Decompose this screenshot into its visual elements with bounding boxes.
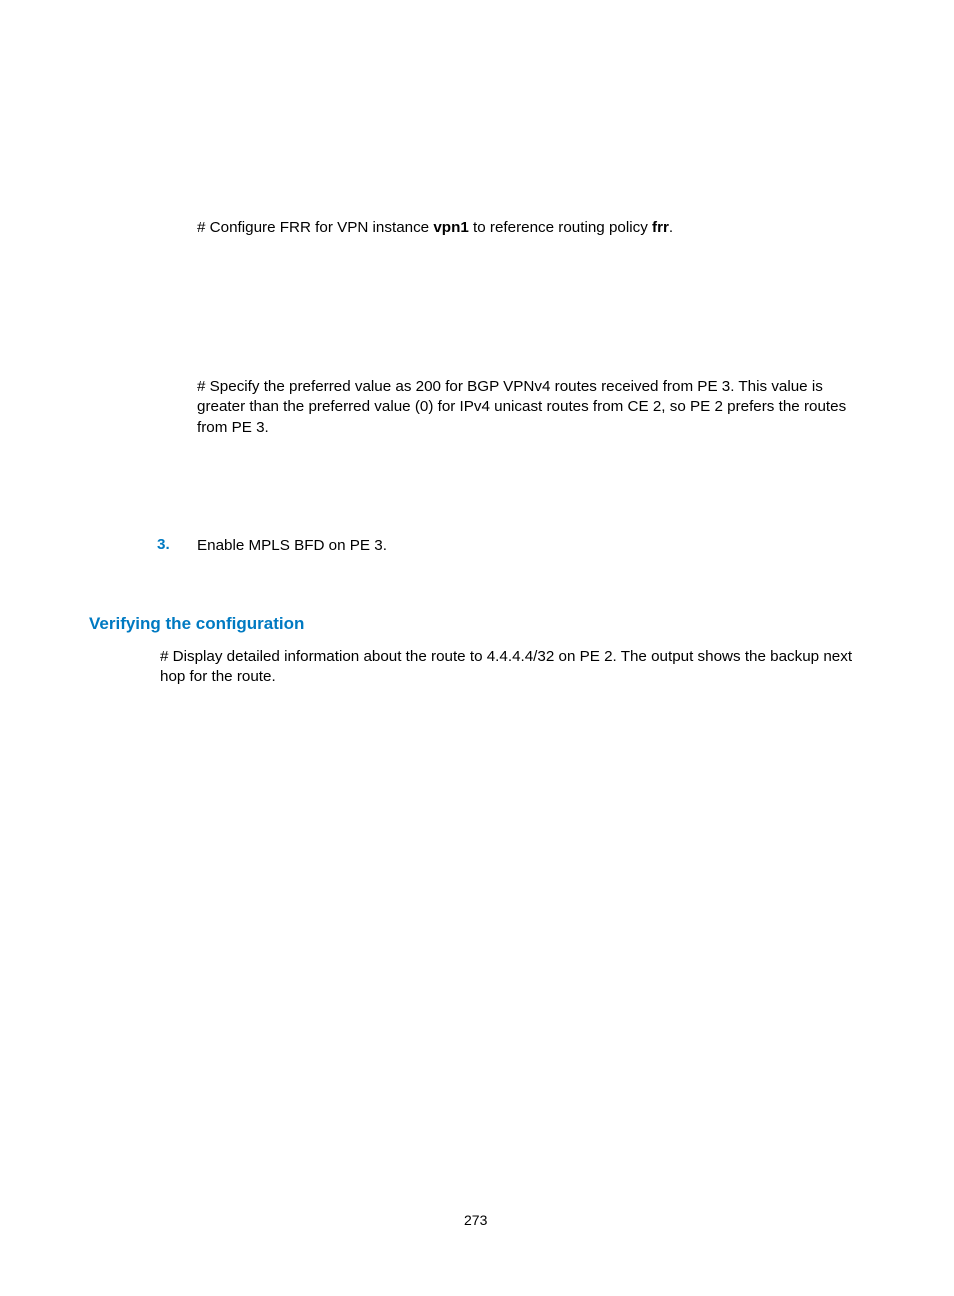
bold-vpn1: vpn1 [433,219,468,236]
heading-verifying-configuration: Verifying the configuration [89,614,304,634]
document-page: # Configure FRR for VPN instance vpn1 to… [0,0,954,1296]
text-fragment: . [669,219,673,236]
step-text-3: Enable MPLS BFD on PE 3. [197,536,867,556]
paragraph-configure-frr: # Configure FRR for VPN instance vpn1 to… [197,218,867,238]
paragraph-preferred-value: # Specify the preferred value as 200 for… [197,377,869,438]
text-fragment: to reference routing policy [469,219,652,236]
page-number: 273 [464,1212,487,1228]
step-number-3: 3. [157,536,170,553]
bold-frr: frr [652,219,669,236]
paragraph-display-route: # Display detailed information about the… [160,647,870,688]
text-fragment: # Configure FRR for VPN instance [197,219,433,236]
